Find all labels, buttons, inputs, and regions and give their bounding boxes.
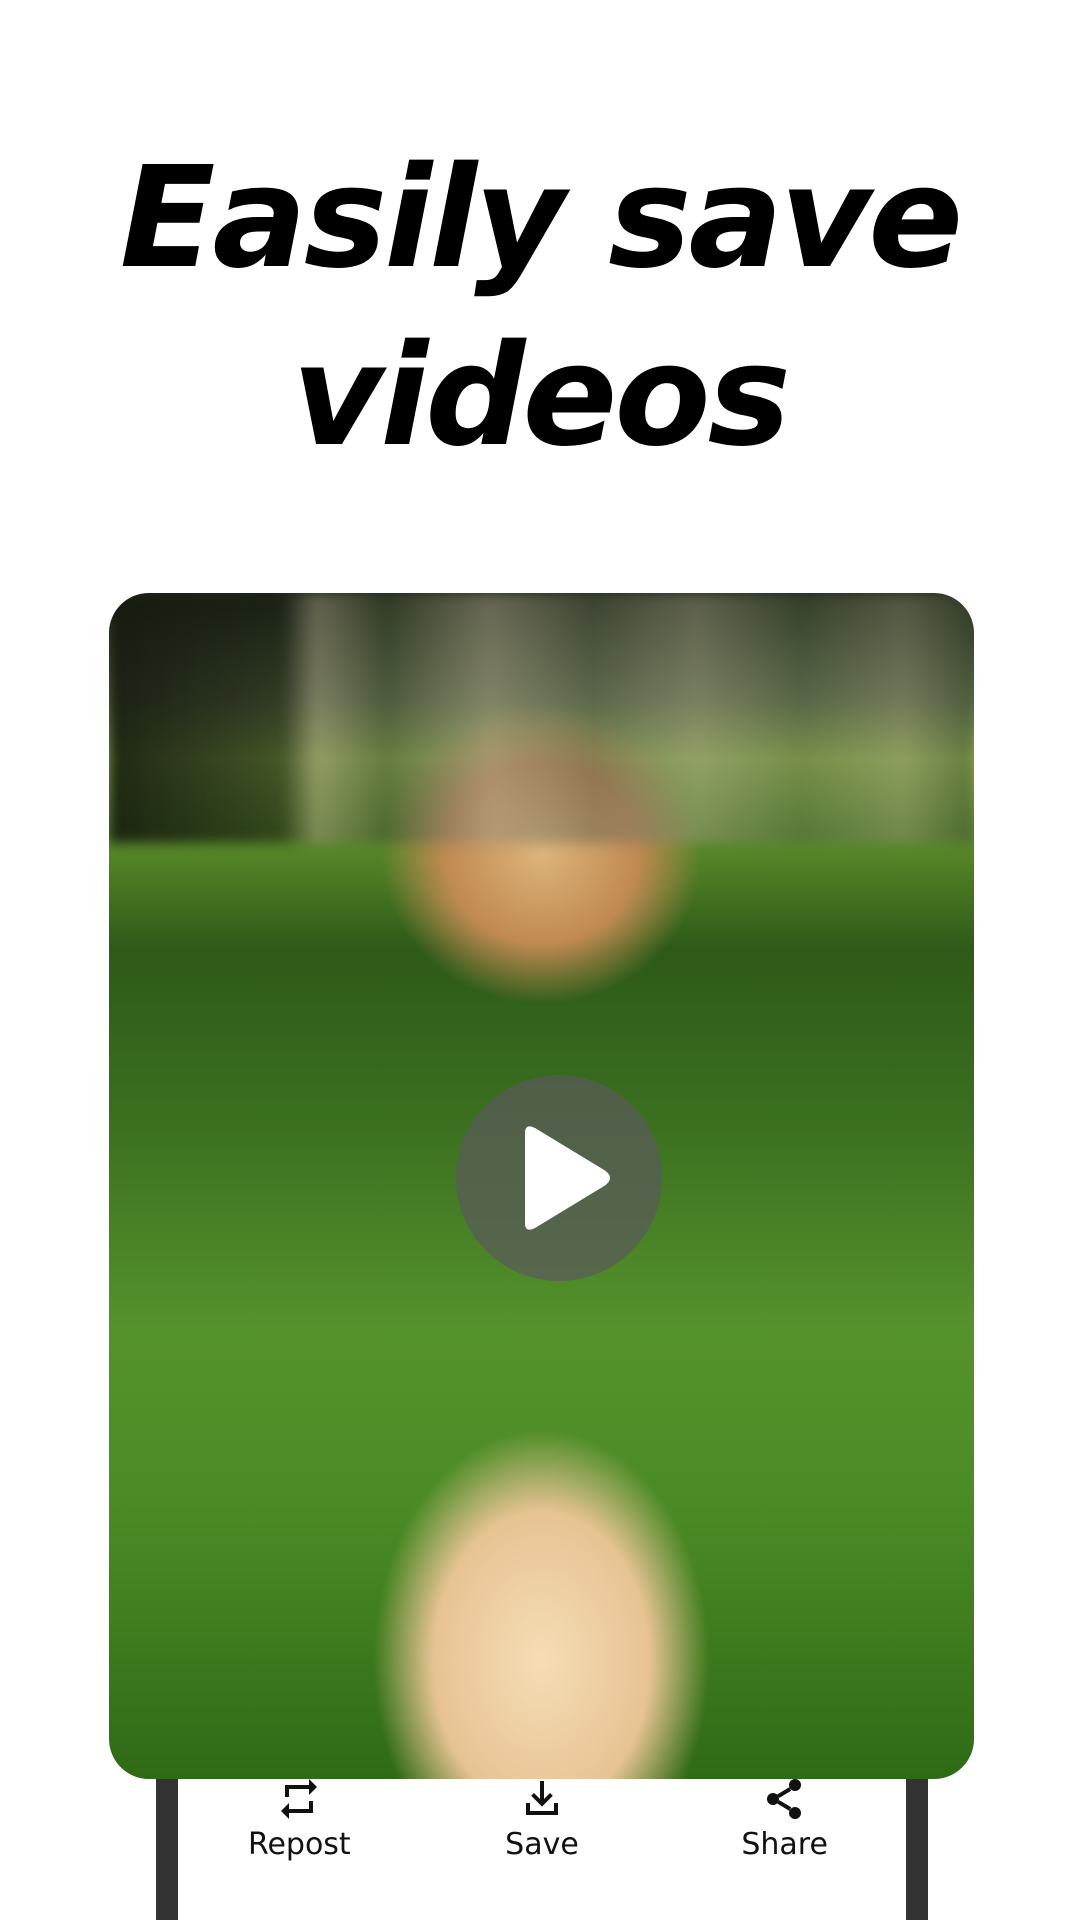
video-background xyxy=(109,593,974,843)
save-label: Save xyxy=(505,1827,579,1862)
play-icon xyxy=(525,1126,610,1230)
promo-screen: Easily save videos Repost Save Share xyxy=(0,0,1080,1920)
repost-label: Repost xyxy=(247,1827,351,1862)
headline-line-2: videos xyxy=(292,315,791,478)
video-preview[interactable] xyxy=(109,593,974,1779)
share-label: Share xyxy=(741,1827,828,1862)
share-button[interactable]: Share xyxy=(685,1775,885,1862)
share-icon xyxy=(766,1779,801,1819)
save-button[interactable]: Save xyxy=(442,1775,642,1862)
headline-line-1: Easily save xyxy=(119,137,963,300)
headline: Easily save videos xyxy=(0,130,1080,486)
play-button[interactable] xyxy=(456,1075,662,1281)
repost-button[interactable]: Repost xyxy=(199,1775,399,1862)
download-icon xyxy=(525,1781,558,1815)
action-bar: Repost Save Share xyxy=(178,1775,906,1895)
repost-icon xyxy=(281,1779,318,1819)
